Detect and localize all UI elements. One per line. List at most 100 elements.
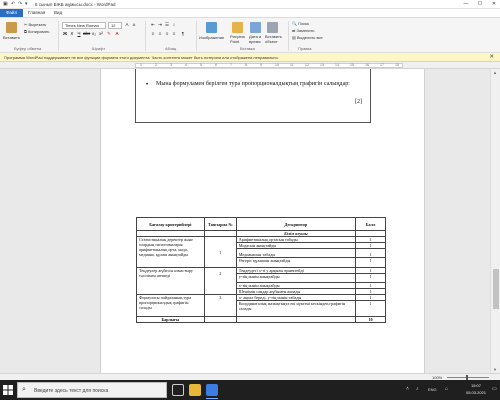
ruler-number: 7 (230, 63, 232, 67)
ruler-number: 5 (200, 63, 202, 67)
bullet-list-icon[interactable]: ☰ (164, 22, 170, 28)
taskbar-search-box[interactable]: ⌕ Введите здесь текст для поиска (17, 382, 167, 398)
header-task: Тапсырма № (203, 217, 237, 231)
network-icon[interactable]: ⌂ (445, 386, 448, 392)
ruler-number: 9 (260, 63, 262, 67)
copy-button[interactable]: ⧉ Копировать (24, 29, 50, 34)
zoom-slider[interactable] (447, 377, 489, 378)
save-icon[interactable]: ▣ (3, 1, 8, 7)
active-app-indicator (206, 398, 218, 399)
ruler-number: 6 (215, 63, 217, 67)
question-box: • Мына формуламен берілген тура пропорци… (135, 69, 371, 123)
paragraph-group-label: Абзац (165, 46, 177, 51)
ruler-number: 3 (170, 63, 172, 67)
search-icon: ⌕ (22, 386, 26, 393)
document-page[interactable]: • Мына формуламен берілген тура пропорци… (100, 69, 425, 373)
select-all-button[interactable]: ▤ Выделить все (292, 35, 323, 40)
strikethrough-button[interactable]: abc (83, 31, 90, 37)
ribbon: Вставить ✂ Вырезать ⧉ Копировать Буфер о… (0, 17, 500, 53)
document-area[interactable]: • Мына формуламен берілген тура пропорци… (0, 69, 490, 373)
criterion-cell: Статистикалық деректер және олардың сипа… (136, 236, 205, 268)
align-left-icon[interactable]: ≡ (150, 31, 156, 37)
underline-button[interactable]: Ч (76, 31, 82, 37)
chevron-up-icon[interactable]: ˄ (406, 386, 409, 392)
datetime-button[interactable]: Дата и время (249, 34, 263, 44)
scroll-down-icon[interactable]: ▼ (493, 367, 497, 372)
object-icon[interactable] (267, 22, 278, 33)
notice-close-icon[interactable]: ✕ (489, 54, 494, 60)
copy-label: Копировать (27, 29, 50, 34)
task-view-icon[interactable] (172, 384, 184, 396)
select-all-label: Выделить все (296, 35, 323, 40)
question-points: [2] (355, 99, 362, 105)
decrease-indent-icon[interactable]: ⇤ (150, 22, 156, 28)
windows-start-icon[interactable] (3, 385, 13, 395)
paste-button[interactable]: Вставить (3, 35, 20, 40)
file-explorer-icon[interactable] (189, 384, 201, 396)
edit-group-label: Правка (298, 46, 312, 51)
shrink-font-icon[interactable]: A (131, 22, 137, 28)
replace-label: Заменить (296, 28, 315, 33)
ruler-scale (135, 63, 403, 68)
find-button[interactable]: 🔍 Поиск (292, 21, 309, 26)
tab-view[interactable]: Вид (48, 9, 68, 17)
header-descriptor-label: Дескриптор (284, 221, 308, 227)
subscript-button[interactable]: x₂ (91, 31, 97, 37)
italic-button[interactable]: К (69, 31, 75, 37)
image-icon[interactable] (206, 22, 217, 33)
paint-icon[interactable] (232, 22, 243, 33)
ruler-number: 14 (335, 63, 339, 67)
assessment-table: Бағалау критерийлері Тапсырма № Дескрипт… (136, 217, 386, 323)
minimize-button[interactable]: — (462, 1, 470, 7)
volume-icon[interactable]: ♪ (416, 386, 419, 392)
descriptor-cell: Координаталық жазықтықта екі нүктені кес… (235, 300, 357, 317)
bullet-point: • (146, 82, 149, 88)
task-number-cell: 3 (203, 294, 237, 317)
scroll-up-icon[interactable]: ▲ (493, 70, 497, 75)
insert-object-button[interactable]: Вставить объект (265, 34, 283, 44)
score-cell: 1 (355, 257, 386, 268)
descriptor-cell: Медианасын табады (235, 248, 357, 258)
font-name-select[interactable]: Times New Roman (62, 22, 106, 29)
status-bar: 100% (0, 373, 500, 380)
bold-button[interactable]: Ж (62, 31, 68, 37)
paragraph-icon[interactable]: ¶ (180, 31, 186, 37)
clock-time[interactable]: 15:07 (466, 383, 486, 388)
insert-image-button[interactable]: Изображение (199, 35, 224, 40)
replace-button[interactable]: ⇄ Заменить (292, 28, 314, 33)
font-color-icon[interactable]: A (114, 31, 120, 37)
taskbar: ⌕ Введите здесь текст для поиска ˄ ♪ ENG… (0, 380, 500, 400)
maximize-button[interactable]: ☐ (476, 1, 484, 7)
grow-font-icon[interactable]: A (124, 22, 130, 28)
quick-access-dropdown-icon[interactable]: ▾ (25, 1, 28, 7)
table-total-row: Барлығы 10 (136, 316, 386, 323)
align-center-icon[interactable]: ≡ (157, 31, 163, 37)
system-tray: ˄ ♪ ENG ⌂ 15:07 05.03.2021 ▭ (400, 380, 500, 400)
scrollbar-thumb[interactable] (493, 269, 499, 309)
superscript-button[interactable]: x² (98, 31, 104, 37)
paint-drawing-button[interactable]: Рисунок Paint (230, 34, 246, 44)
tab-file[interactable]: Файл (0, 9, 24, 17)
font-size-select[interactable]: 12 (108, 22, 122, 29)
justify-icon[interactable]: ≡ (171, 31, 177, 37)
highlight-icon[interactable]: ✎ (106, 31, 112, 37)
close-button[interactable]: ✕ (490, 1, 498, 7)
vertical-scrollbar[interactable]: ▲ ▼ (490, 69, 500, 373)
ruler[interactable]: 1 2 3 4 5 6 7 8 9 10 11 12 13 14 15 16 17 18 (0, 62, 500, 69)
ruler-number: 8 (245, 63, 247, 67)
language-indicator[interactable]: ENG (428, 387, 437, 392)
total-value: 10 (355, 316, 386, 323)
tab-home[interactable]: Главная (22, 9, 51, 17)
wordpad-icon[interactable] (206, 384, 218, 396)
calendar-icon[interactable] (250, 22, 261, 33)
align-right-icon[interactable]: ≡ (164, 31, 170, 37)
line-spacing-icon[interactable]: ↕ (171, 22, 177, 28)
undo-icon[interactable]: ↶ (11, 1, 15, 7)
ruler-number: 10 (275, 63, 279, 67)
redo-icon[interactable]: ↷ (18, 1, 22, 7)
increase-indent-icon[interactable]: ⇥ (157, 22, 163, 28)
paste-icon[interactable] (6, 22, 17, 33)
cut-button[interactable]: ✂ Вырезать (24, 22, 46, 27)
clock-date[interactable]: 05.03.2021 (462, 390, 490, 395)
notifications-icon[interactable]: ▭ (492, 386, 497, 392)
